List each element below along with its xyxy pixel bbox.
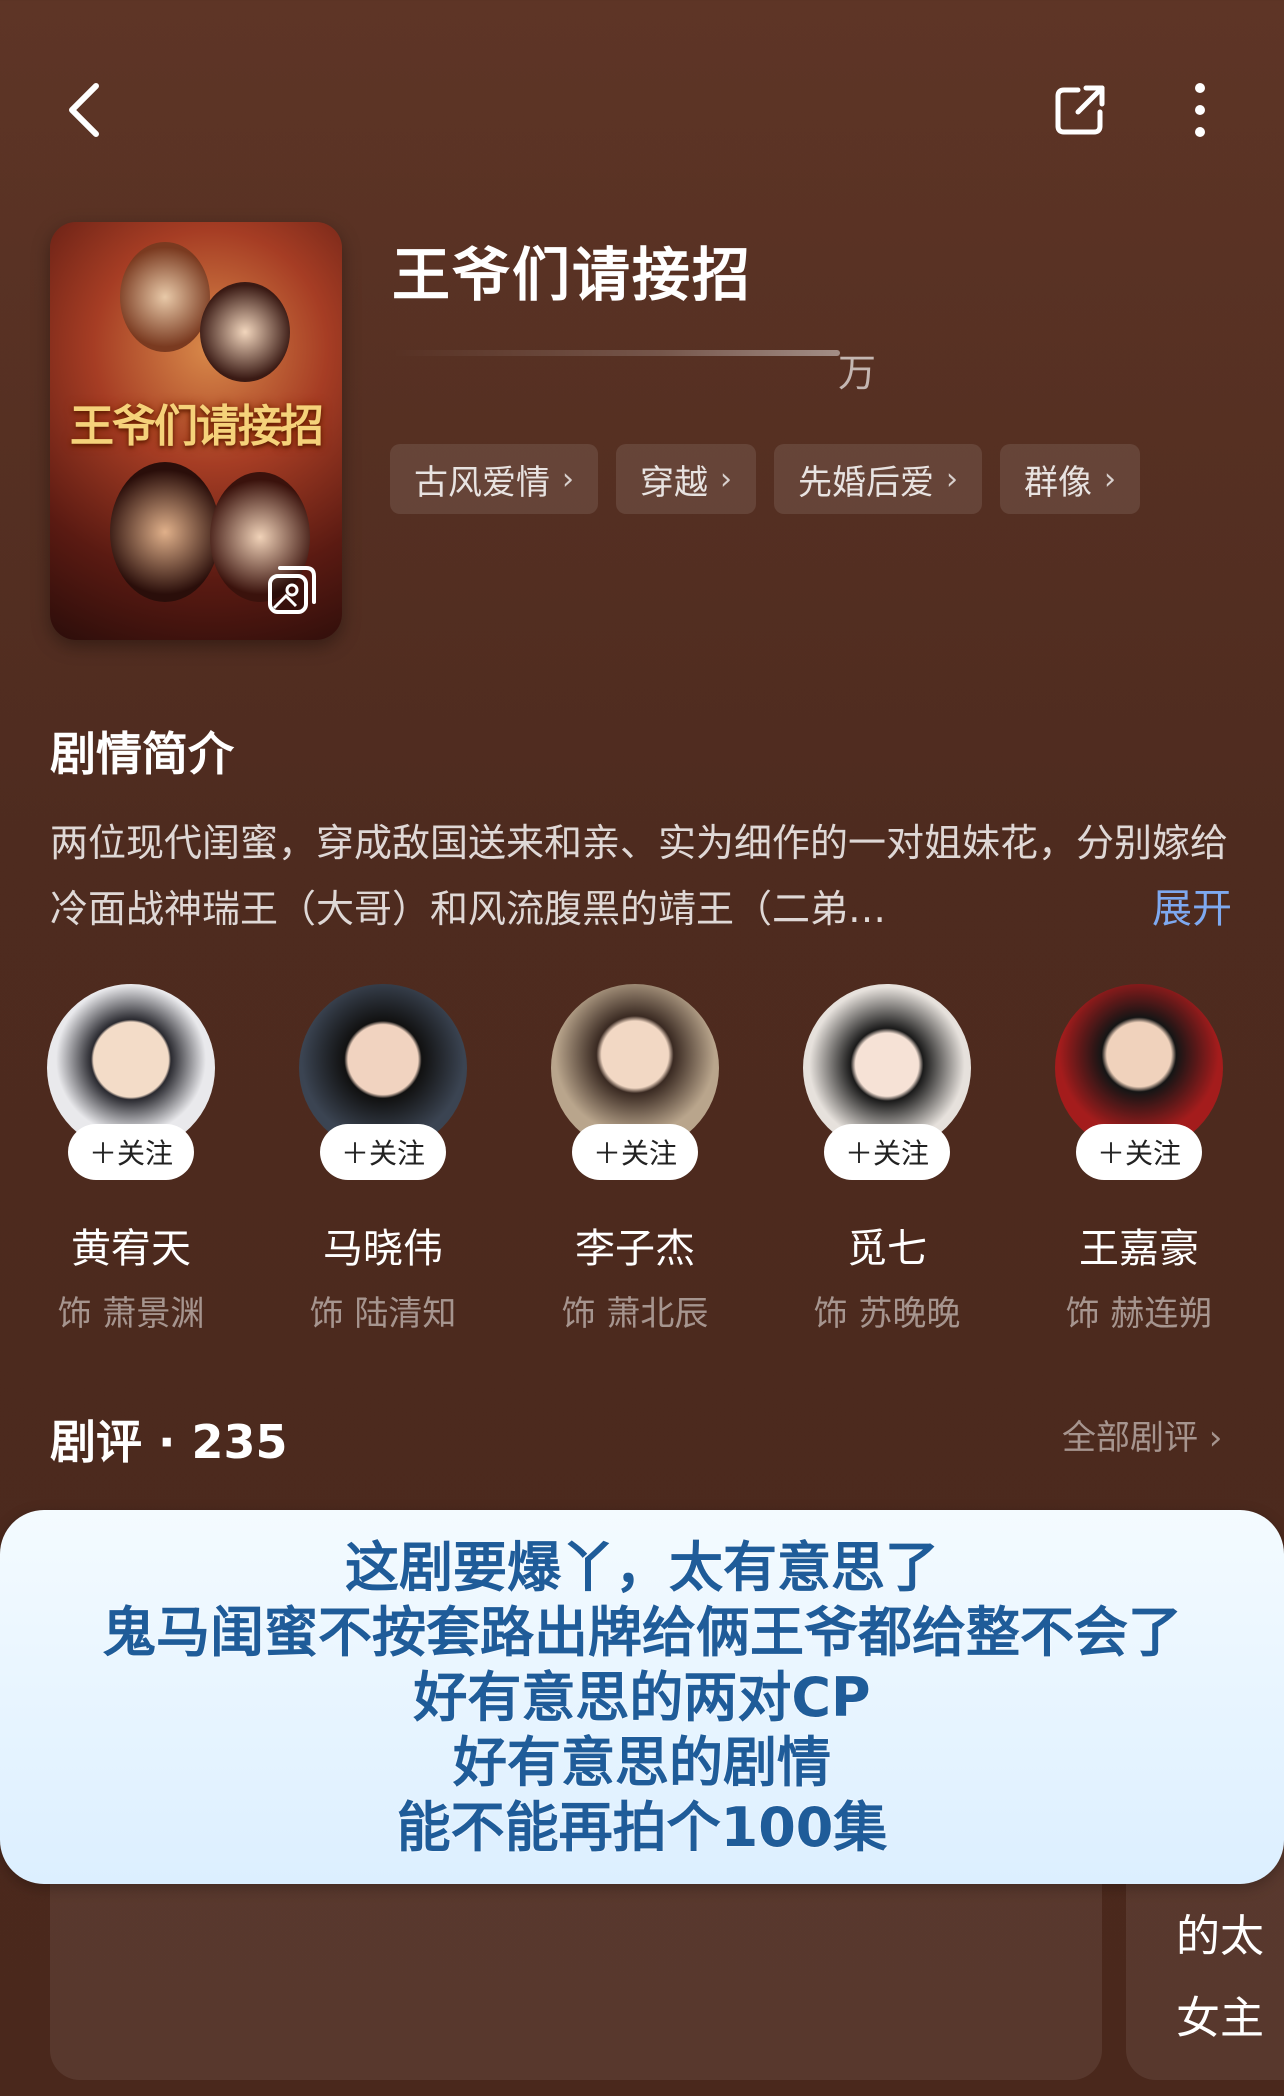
follow-button[interactable]: ＋关注 (824, 1124, 950, 1180)
caption-line: 好有意思的剧情 (453, 1730, 831, 1794)
cast-member[interactable]: ＋关注 觅七 饰 苏晚晚 (772, 984, 1002, 1335)
genre-tags: 古风爱情 › 穿越 › 先婚后爱 › 群像 › (390, 444, 1140, 514)
review-text: 的太 (1176, 1911, 1264, 1962)
tag-chip[interactable]: 穿越 › (616, 444, 756, 514)
caption-line: 好有意思的两对CP (413, 1665, 871, 1729)
more-button[interactable] (1170, 70, 1230, 150)
all-reviews-link[interactable]: 全部剧评 › (1062, 1410, 1222, 1459)
cast-member[interactable]: ＋关注 马晓伟 饰 陆清知 (268, 984, 498, 1335)
tag-chip[interactable]: 古风爱情 › (390, 444, 598, 514)
poster-figure (120, 242, 210, 352)
poster-title: 王爷们请接招 (70, 401, 324, 452)
follow-button[interactable]: ＋关注 (320, 1124, 446, 1180)
role-name: 饰 萧北辰 (561, 1294, 709, 1334)
reviews-heading: 剧评 · 235 (50, 1415, 288, 1469)
chevron-right-icon: › (946, 461, 958, 497)
share-icon (1055, 85, 1105, 135)
chevron-left-icon (69, 83, 99, 137)
caption-line: 这剧要爆丫，太有意思了 (345, 1535, 939, 1599)
actor-name: 黄宥天 (71, 1226, 191, 1272)
role-name: 饰 苏晚晚 (813, 1294, 961, 1334)
expand-link[interactable]: 展开 (1152, 876, 1232, 934)
tag-chip[interactable]: 群像 › (1000, 444, 1140, 514)
caption-overlay: 这剧要爆丫，太有意思了 鬼马闺蜜不按套路出牌给俩王爷都给整不会了 好有意思的两对… (0, 1510, 1284, 1884)
actor-name: 王嘉豪 (1079, 1226, 1199, 1272)
role-name: 饰 陆清知 (309, 1294, 457, 1334)
tag-chip[interactable]: 先婚后爱 › (774, 444, 982, 514)
share-button[interactable] (1045, 70, 1115, 150)
follow-button[interactable]: ＋关注 (572, 1124, 698, 1180)
drama-title: 王爷们请接招 (392, 241, 753, 309)
chevron-right-icon: › (720, 461, 732, 497)
more-vertical-icon (1195, 83, 1205, 137)
poster-figure (110, 462, 220, 602)
cast-member[interactable]: ＋关注 王嘉豪 饰 赫连朔 (1024, 984, 1254, 1335)
synopsis-heading: 剧情简介 (50, 727, 234, 781)
actor-name: 觅七 (847, 1226, 927, 1272)
tag-label: 穿越 (640, 462, 708, 503)
cast-member[interactable]: ＋关注 李子杰 饰 萧北辰 (520, 984, 750, 1335)
tag-label: 群像 (1024, 462, 1092, 503)
tag-label: 古风爱情 (414, 462, 550, 503)
cast-member[interactable]: ＋关注 黄宥天 饰 萧景渊 (16, 984, 246, 1335)
gallery-icon[interactable] (266, 564, 318, 616)
follow-button[interactable]: ＋关注 (68, 1124, 194, 1180)
chevron-right-icon: › (1104, 461, 1116, 497)
role-name: 饰 萧景渊 (57, 1294, 205, 1334)
tag-label: 先婚后爱 (798, 462, 934, 503)
review-text: 女主 (1176, 1993, 1264, 2044)
role-name: 饰 赫连朔 (1065, 1294, 1213, 1334)
caption-line: 鬼马闺蜜不按套路出牌给俩王爷都给整不会了 (102, 1600, 1182, 1664)
actor-name: 马晓伟 (323, 1226, 443, 1272)
caption-line: 能不能再拍个100集 (396, 1795, 888, 1859)
chevron-right-icon: › (562, 461, 574, 497)
drama-poster[interactable]: 王爷们请接招 (50, 222, 342, 640)
heat-bar (392, 350, 840, 356)
poster-figure (200, 282, 290, 382)
follow-button[interactable]: ＋关注 (1076, 1124, 1202, 1180)
actor-name: 李子杰 (575, 1226, 695, 1272)
back-button[interactable] (52, 70, 116, 150)
heat-unit: 万 (838, 351, 877, 395)
synopsis-text: 两位现代闺蜜，穿成敌国送来和亲、实为细作的一对姐妹花，分别嫁给冷面战神瑞王（大哥… (50, 821, 1229, 931)
